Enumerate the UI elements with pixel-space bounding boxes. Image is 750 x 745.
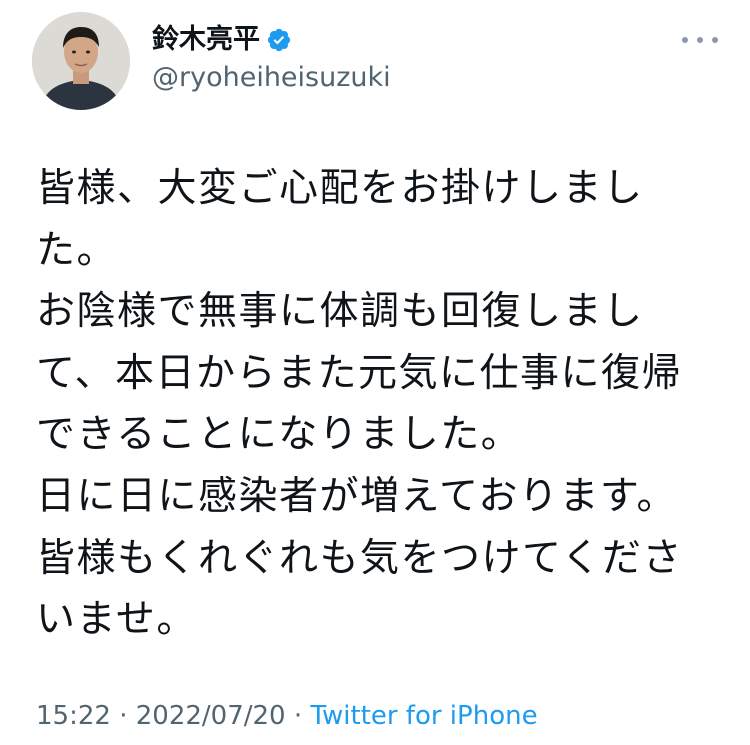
meta-separator: · [293, 701, 303, 731]
tweet-line: た。 [36, 227, 118, 273]
tweet-line: できることになりました。 [36, 412, 522, 458]
tweet-line: 日に日に感染者が増えております。 [36, 473, 677, 519]
more-dot-icon [712, 37, 718, 43]
author-display-name[interactable]: 鈴木亮平 [152, 24, 260, 56]
tweet-line: 皆様、大変ご心配をお掛けしまし [36, 166, 644, 211]
tweet-line: て、本日からまた元気に仕事に復帰 [36, 350, 683, 396]
author-handle[interactable]: @ryoheiheisuzuki [152, 62, 391, 94]
tweet-line: 皆様もくれぐれも気をつけてくださ [36, 535, 683, 581]
author-name-row: 鈴木亮平 [152, 24, 292, 56]
verified-badge-icon [267, 28, 291, 52]
tweet-source-link[interactable]: Twitter for iPhone [310, 701, 537, 731]
avatar[interactable] [32, 12, 130, 110]
more-dot-icon [682, 37, 688, 43]
more-dot-icon [697, 37, 703, 43]
tweet-line: いませ。 [36, 597, 197, 643]
tweet-time[interactable]: 15:22 [36, 701, 111, 731]
tweet-text: 皆様、大変ご心配をお掛けしまし た。 お陰様で無事に体調も回復しまし て、本日か… [36, 158, 726, 651]
avatar-photo [32, 12, 130, 110]
tweet-date[interactable]: 2022/07/20 [136, 701, 286, 731]
more-options-icon[interactable] [682, 30, 718, 50]
tweet-line: お陰様で無事に体調も回復しまし [36, 289, 644, 335]
meta-separator: · [119, 701, 128, 731]
tweet-metadata: 15:22 · 2022/07/20 · Twitter for iPhone [36, 698, 538, 734]
